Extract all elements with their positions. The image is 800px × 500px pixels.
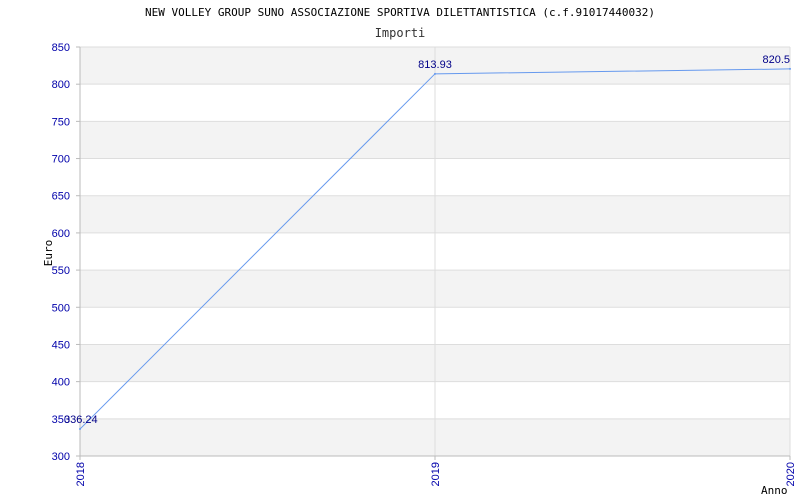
y-tick-label: 500 — [52, 302, 70, 314]
data-point — [434, 72, 436, 75]
data-point — [79, 428, 81, 431]
gridlines — [79, 46, 791, 457]
x-tick-label: 2019 — [430, 462, 442, 486]
x-tick-labels: 2018 2019 2020 — [75, 462, 797, 486]
y-tick-label: 400 — [52, 377, 70, 389]
y-tick-label: 600 — [52, 228, 70, 240]
y-tick-label: 750 — [52, 116, 70, 128]
data-point — [789, 67, 791, 70]
x-axis-label: Anno — [761, 484, 788, 497]
y-tick-label: 650 — [52, 191, 70, 203]
data-label: 820.5 — [762, 54, 790, 66]
data-label: 336.24 — [64, 414, 98, 426]
data-label: 813.93 — [418, 59, 452, 71]
x-tick-label: 2020 — [785, 462, 797, 486]
y-axis-label: Euro — [42, 240, 55, 267]
line-chart: 300350400450500550600650700750800850 201… — [42, 42, 797, 497]
chart-container: NEW VOLLEY GROUP SUNO ASSOCIAZIONE SPORT… — [0, 0, 800, 500]
y-tick-label: 700 — [52, 154, 70, 166]
axes — [76, 46, 791, 460]
y-tick-label: 300 — [52, 451, 70, 463]
x-tick-label: 2018 — [75, 462, 87, 486]
y-tick-label: 850 — [52, 42, 70, 54]
y-tick-label: 450 — [52, 339, 70, 351]
y-tick-label: 800 — [52, 79, 70, 91]
